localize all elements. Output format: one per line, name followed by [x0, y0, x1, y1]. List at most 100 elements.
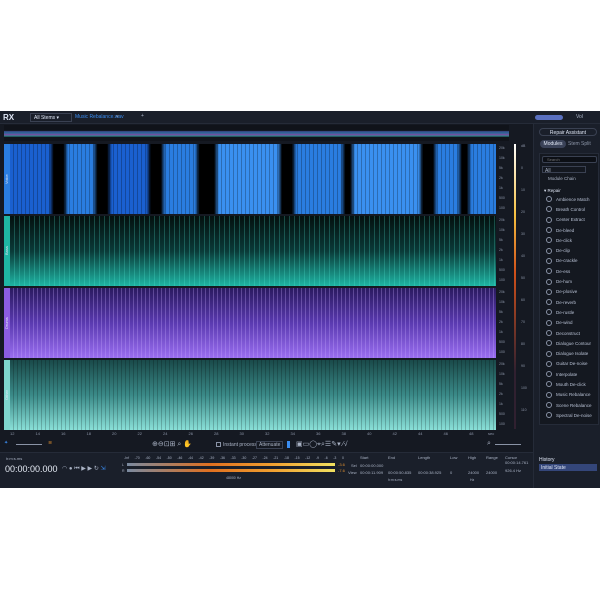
loop-icon[interactable]: ⇲: [101, 466, 106, 472]
add-tab-button[interactable]: +: [141, 113, 144, 119]
tab-stem-split[interactable]: Stem Split: [568, 141, 591, 147]
module-icon: [546, 371, 552, 378]
selection-tools-icons[interactable]: ▣▭◯⌖⌕☰✎▾ ⁄√: [296, 440, 348, 449]
waveform-mode-icon[interactable]: ✦: [4, 440, 8, 446]
transport-controls[interactable]: ◠ ● ⏮ ▶ ▶ ↻ ⇲: [62, 465, 106, 473]
zoom-tools-icons[interactable]: ⊕⊖⊡⊞ ⌕ ✋: [152, 440, 192, 449]
module-item[interactable]: De-click: [540, 235, 596, 245]
process-mode-dropdown[interactable]: Attenuate: [256, 441, 284, 449]
db-label: 90: [521, 364, 525, 368]
module-item[interactable]: Dialogue Isolate: [540, 348, 596, 358]
module-chain-button[interactable]: Module Chain: [548, 176, 576, 181]
track-bass[interactable]: Bass: [4, 216, 496, 286]
close-tab-icon[interactable]: ×: [116, 114, 119, 120]
module-item[interactable]: De-wind: [540, 318, 596, 328]
level-tick: 0: [341, 456, 344, 460]
module-icon: [546, 319, 552, 326]
frequency-scale: 20k 10k 5k 2k 1k 500 100 20k 10k 5k 2k 1k 500 100 20k 1…: [497, 144, 512, 430]
view-length-field[interactable]: 00:00:38.925: [418, 470, 441, 475]
module-icon: [546, 257, 552, 264]
module-icon: [546, 227, 552, 234]
section-label: Repair: [547, 188, 561, 193]
module-label: Music Rebalance: [556, 392, 591, 398]
opacity-slider[interactable]: [16, 444, 42, 445]
bass-spectrogram[interactable]: [10, 216, 496, 286]
level-meter-l: [127, 463, 335, 466]
level-meter-r: [127, 469, 335, 472]
track-drums[interactable]: Drums: [4, 288, 496, 358]
module-icon: [546, 412, 552, 419]
module-item[interactable]: De-clip: [540, 245, 596, 255]
freq-label: 100: [499, 206, 505, 210]
track-other[interactable]: Other: [4, 360, 496, 430]
module-item[interactable]: Center Extract: [540, 215, 596, 225]
module-label: De-click: [556, 237, 573, 243]
high-field[interactable]: 24000: [468, 470, 479, 475]
ruler-tick: 46: [443, 431, 448, 436]
db-label: 80: [521, 342, 525, 346]
level-tick: -46: [177, 456, 183, 460]
ruler-tick: 28: [214, 431, 219, 436]
rx-editor-window: RX All Stems ▾ Music Rebalance.wav × + V…: [0, 111, 600, 488]
module-item[interactable]: Interpolate: [540, 369, 596, 379]
freq-label: 1k: [499, 330, 503, 334]
level-tick: -6: [324, 456, 328, 460]
spectrogram-mode-icon[interactable]: ≋: [48, 440, 52, 446]
db-label: dB: [521, 144, 526, 148]
module-item[interactable]: De-ess: [540, 266, 596, 276]
waveform-overview[interactable]: [4, 125, 509, 141]
volume-slider[interactable]: [535, 115, 563, 120]
module-item[interactable]: De-reverb: [540, 297, 596, 307]
module-icon: [546, 340, 552, 347]
module-item[interactable]: Dialogue Contour: [540, 338, 596, 348]
module-label: Deconstruct: [556, 330, 581, 336]
module-icon: [546, 360, 552, 367]
zoom-icon[interactable]: ⌕: [487, 440, 491, 448]
module-item[interactable]: Deconstruct: [540, 328, 596, 338]
track-voice[interactable]: Voice: [4, 144, 496, 214]
module-item[interactable]: Guitar De-noise: [540, 359, 596, 369]
filter-dropdown[interactable]: All: [542, 166, 586, 174]
db-label: 60: [521, 298, 525, 302]
module-item[interactable]: De-crackle: [540, 256, 596, 266]
view-start-field[interactable]: 00:00:11.909: [360, 470, 383, 475]
other-spectrogram[interactable]: [10, 360, 496, 430]
level-tick: -24: [262, 456, 268, 460]
time-format-dropdown[interactable]: h:m:s.ms: [6, 456, 22, 461]
module-item[interactable]: De-plosive: [540, 287, 596, 297]
instant-process-checkbox[interactable]: [216, 442, 221, 447]
stems-dropdown[interactable]: All Stems ▾: [30, 113, 72, 122]
module-item[interactable]: Music Rebalance: [540, 390, 596, 400]
module-label: Interpolate: [556, 371, 578, 377]
repair-assistant-button[interactable]: Repair Assistant: [539, 128, 597, 136]
freq-label: 10k: [499, 300, 505, 304]
tab-modules[interactable]: Modules: [540, 140, 566, 148]
module-item[interactable]: Spectral De-noise: [540, 410, 596, 420]
ruler-tick: 12: [10, 431, 15, 436]
module-item[interactable]: Ambience Match: [540, 194, 596, 204]
module-item[interactable]: Mouth De-click: [540, 379, 596, 389]
module-label: Guitar De-noise: [556, 361, 588, 367]
module-label: De-clip: [556, 248, 571, 254]
module-label: Mouth De-click: [556, 381, 586, 387]
range-field[interactable]: 24000: [486, 470, 497, 475]
selection-tool-icon[interactable]: [287, 441, 290, 448]
sel-start-field[interactable]: 00:00:00.000: [360, 463, 383, 468]
module-item[interactable]: Scene Rebalance: [540, 400, 596, 410]
module-item[interactable]: Breath Control: [540, 204, 596, 214]
drums-spectrogram[interactable]: [10, 288, 496, 358]
voice-spectrogram[interactable]: [10, 144, 496, 214]
search-input[interactable]: [542, 156, 597, 163]
view-end-field[interactable]: 00:00:50.835: [388, 470, 411, 475]
module-item[interactable]: De-bleed: [540, 225, 596, 235]
history-item[interactable]: Initial State: [539, 464, 597, 471]
low-field[interactable]: 0: [450, 470, 452, 475]
module-item[interactable]: De-hum: [540, 276, 596, 286]
level-tick: -50: [166, 456, 172, 460]
db-label: 110: [521, 408, 527, 412]
module-item[interactable]: De-rustle: [540, 307, 596, 317]
module-label: Scene Rebalance: [556, 402, 592, 408]
module-label: Dialogue Contour: [556, 340, 592, 346]
time-ruler[interactable]: 12 14 16 18 20 22 24 26 28 30 32 34 36 38 40 42 44 46 48 se…: [10, 430, 500, 437]
zoom-slider[interactable]: [495, 444, 521, 445]
